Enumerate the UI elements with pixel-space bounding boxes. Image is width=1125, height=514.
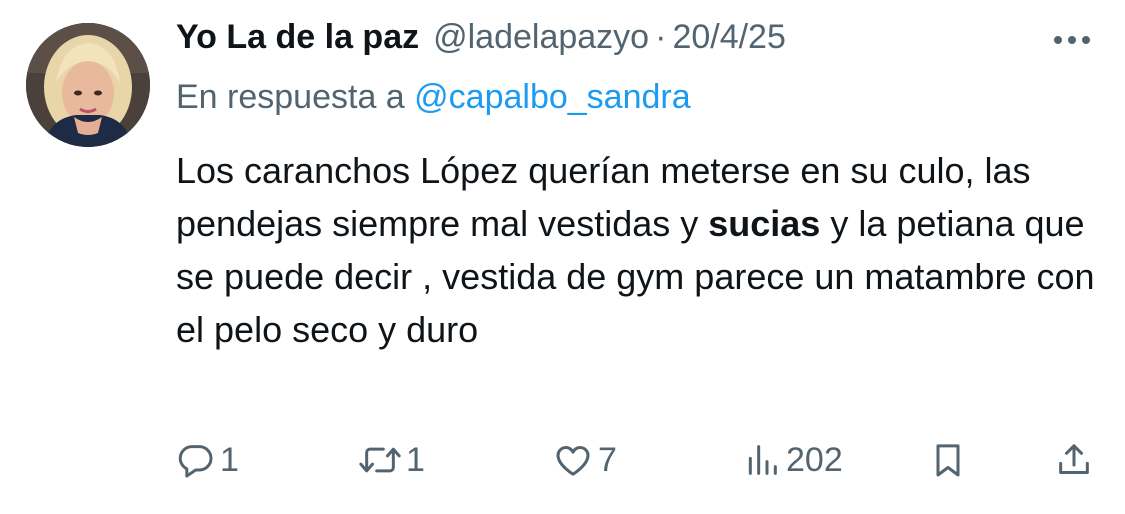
share-icon (1059, 444, 1089, 474)
reply-count: 1 (220, 440, 239, 479)
retweet-icon (359, 447, 401, 473)
reply-prefix: En respuesta a (176, 78, 405, 116)
more-icon (1054, 36, 1090, 44)
like-button[interactable]: 7 (552, 430, 617, 490)
display-name[interactable]: Yo La de la paz (176, 18, 419, 57)
action-bar: 1 1 7 202 (0, 430, 1125, 490)
reply-context: En respuesta a @capalbo_sandra (176, 78, 691, 117)
like-count: 7 (598, 440, 617, 479)
more-button[interactable] (1050, 28, 1094, 52)
tweet-text-bold: sucias (708, 203, 821, 244)
heart-icon (556, 446, 590, 476)
avatar[interactable] (26, 23, 150, 147)
user-handle[interactable]: @ladelapazyo (433, 18, 649, 57)
bookmark-button[interactable] (928, 430, 968, 490)
views-count: 202 (786, 440, 843, 479)
reply-mention-link[interactable]: @capalbo_sandra (414, 78, 690, 116)
tweet[interactable]: Yo La de la paz @ladelapazyo · 20/4/25 E… (0, 0, 1125, 514)
retweet-count: 1 (406, 440, 425, 479)
tweet-date[interactable]: 20/4/25 (672, 18, 785, 57)
separator-dot: · (655, 18, 667, 56)
avatar-image (26, 23, 150, 147)
retweet-button[interactable]: 1 (358, 430, 425, 490)
tweet-header: Yo La de la paz @ladelapazyo · 20/4/25 (176, 18, 786, 64)
tweet-text: Los caranchos López querían meterse en s… (176, 144, 1106, 356)
bookmark-icon (936, 444, 960, 477)
views-icon (748, 445, 777, 475)
share-button[interactable] (1054, 430, 1094, 490)
views-button[interactable]: 202 (742, 430, 843, 490)
reply-icon (178, 445, 213, 478)
reply-button[interactable]: 1 (176, 430, 239, 490)
